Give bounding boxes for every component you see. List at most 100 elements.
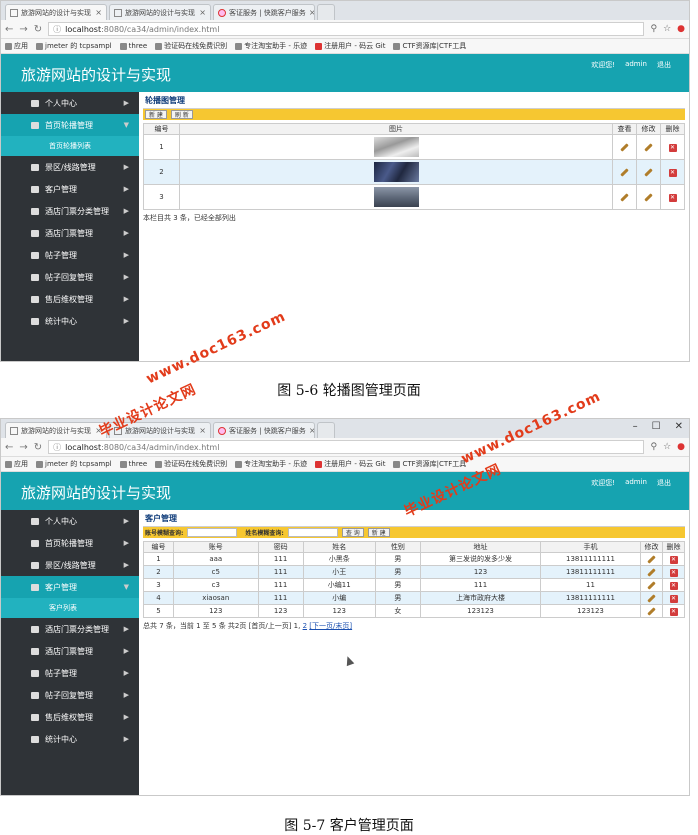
sidebar-subitem-customer-list[interactable]: 客户列表 [1, 598, 139, 618]
delete-icon[interactable]: ✕ [669, 581, 678, 590]
sidebar-item-scenic[interactable]: 景区/线路管理 ▶ [1, 156, 139, 178]
delete-icon[interactable]: ✕ [669, 594, 678, 603]
address-bar[interactable]: ⓘ localhost:8080/ca34/admin/index.html [48, 440, 645, 454]
search-icon[interactable]: ⚲ [650, 24, 657, 34]
close-icon[interactable]: × [92, 8, 102, 17]
edit-pencil-icon[interactable] [647, 555, 656, 564]
sidebar-item-aftersale[interactable]: 售后维权管理 ▶ [1, 288, 139, 310]
reload-icon[interactable]: ↻ [34, 24, 42, 35]
sidebar-item-scenic[interactable]: 景区/线路管理 ▶ [1, 554, 139, 576]
sidebar-item-stats[interactable]: 统计中心 ▶ [1, 728, 139, 750]
page-2-link[interactable]: 2 [303, 622, 307, 630]
reload-icon[interactable]: ↻ [34, 442, 42, 453]
sidebar-subitem-carousel-list[interactable]: 首页轮播列表 [1, 136, 139, 156]
sidebar-item-ticket[interactable]: 酒店门票管理 ▶ [1, 222, 139, 244]
sidebar-item-customer[interactable]: 客户管理 ▼ [1, 576, 139, 598]
edit-pencil-icon[interactable] [647, 607, 656, 616]
new-button[interactable]: 新 建 [367, 528, 390, 537]
refresh-button[interactable]: 刷 新 [170, 110, 193, 119]
new-button[interactable]: 新 建 [145, 110, 167, 119]
back-icon[interactable]: ← [5, 24, 13, 35]
extension-icon[interactable]: ● [677, 442, 685, 452]
sidebar-item-stats[interactable]: 统计中心 ▶ [1, 310, 139, 332]
star-icon[interactable]: ☆ [663, 24, 671, 34]
browser-tab[interactable]: 旅游网站的设计与实现 × [5, 422, 107, 438]
user-link[interactable]: admin [625, 478, 647, 488]
sidebar-item-carousel[interactable]: 首页轮播管理 ▶ [1, 532, 139, 554]
bookmark-item[interactable]: three [119, 42, 147, 50]
address-bar[interactable]: ⓘ localhost:8080/ca34/admin/index.html [48, 22, 645, 36]
next-last-link[interactable]: [下一页/末页] [309, 622, 352, 630]
browser-tab[interactable]: 旅游网站的设计与实现 × [109, 4, 211, 20]
bookmark-item[interactable]: CTF资源库|CTF工具 [393, 459, 466, 469]
close-icon[interactable]: × [306, 8, 314, 17]
extension-icon[interactable]: ● [677, 24, 685, 34]
new-tab-button[interactable] [317, 4, 335, 20]
edit-pencil-icon[interactable] [647, 568, 656, 577]
sidebar-item-personal[interactable]: 个人中心 ▶ [1, 92, 139, 114]
sidebar-item-ticket[interactable]: 酒店门票管理 ▶ [1, 640, 139, 662]
maximize-icon[interactable]: ☐ [652, 421, 661, 432]
bookmark-item[interactable]: three [119, 460, 147, 468]
delete-icon[interactable]: ✕ [668, 193, 677, 202]
bookmark-item[interactable]: 应用 [5, 459, 28, 469]
sidebar-item-aftersale[interactable]: 售后维权管理 ▶ [1, 706, 139, 728]
edit-pencil-icon[interactable] [647, 594, 656, 603]
sidebar-item-personal[interactable]: 个人中心 ▶ [1, 510, 139, 532]
search-name-input[interactable] [287, 528, 338, 537]
sidebar-item-posts[interactable]: 帖子管理 ▶ [1, 244, 139, 266]
view-pencil-icon[interactable] [620, 168, 629, 177]
sidebar-item-customer[interactable]: 客户管理 ▶ [1, 178, 139, 200]
edit-pencil-icon[interactable] [644, 143, 653, 152]
browser-tab[interactable]: 客证服务 | 快跳客户服务 × [213, 422, 315, 438]
delete-icon[interactable]: ✕ [669, 555, 678, 564]
search-account-input[interactable] [187, 528, 238, 537]
close-icon[interactable]: × [196, 8, 206, 17]
close-window-icon[interactable]: ✕ [675, 421, 683, 432]
close-icon[interactable]: × [196, 426, 206, 435]
view-pencil-icon[interactable] [620, 193, 629, 202]
bookmark-item[interactable]: jmeter 的 tcpsampl [36, 41, 112, 51]
sidebar-item-ticket-category[interactable]: 酒店门票分类管理 ▶ [1, 200, 139, 222]
page-info-icon[interactable]: ⓘ [53, 24, 61, 35]
carousel-image[interactable] [373, 137, 419, 157]
bookmark-item[interactable]: 验证码在线免费识别 [155, 459, 227, 469]
delete-icon[interactable]: ✕ [668, 168, 677, 177]
browser-tab[interactable]: 客证服务 | 快跳客户服务 × [213, 4, 315, 20]
carousel-image[interactable] [373, 187, 419, 207]
minimize-icon[interactable]: – [633, 421, 638, 432]
view-pencil-icon[interactable] [620, 143, 629, 152]
browser-tab[interactable]: 旅游网站的设计与实现 × [5, 4, 107, 20]
delete-icon[interactable]: ✕ [668, 143, 677, 152]
sidebar-item-carousel[interactable]: 首页轮播管理 ▼ [1, 114, 139, 136]
edit-pencil-icon[interactable] [644, 168, 653, 177]
logout-link[interactable]: 退出 [657, 60, 671, 70]
sidebar-item-posts[interactable]: 帖子管理 ▶ [1, 662, 139, 684]
carousel-image[interactable] [373, 162, 419, 182]
delete-icon[interactable]: ✕ [669, 568, 678, 577]
bookmark-item[interactable]: 注册用户 - 码云 Git [315, 41, 385, 51]
bookmark-item[interactable]: 专注淘宝助手 - 乐迹 [235, 41, 307, 51]
back-icon[interactable]: ← [5, 442, 13, 453]
edit-pencil-icon[interactable] [644, 193, 653, 202]
forward-icon[interactable]: → [19, 24, 27, 35]
edit-pencil-icon[interactable] [647, 581, 656, 590]
bookmark-item[interactable]: CTF资源库|CTF工具 [393, 41, 466, 51]
forward-icon[interactable]: → [19, 442, 27, 453]
sidebar-item-ticket-category[interactable]: 酒店门票分类管理 ▶ [1, 618, 139, 640]
search-button[interactable]: 查 询 [341, 528, 364, 537]
search-icon[interactable]: ⚲ [650, 442, 657, 452]
sidebar-item-replies[interactable]: 帖子回复管理 ▶ [1, 266, 139, 288]
bookmark-item[interactable]: 验证码在线免费识别 [155, 41, 227, 51]
user-link[interactable]: admin [625, 60, 647, 70]
bookmark-item[interactable]: jmeter 的 tcpsampl [36, 459, 112, 469]
star-icon[interactable]: ☆ [663, 442, 671, 452]
new-tab-button[interactable] [317, 422, 335, 438]
page-info-icon[interactable]: ⓘ [53, 442, 61, 453]
bookmark-item[interactable]: 专注淘宝助手 - 乐迹 [235, 459, 307, 469]
delete-icon[interactable]: ✕ [669, 607, 678, 616]
bookmark-item[interactable]: 应用 [5, 41, 28, 51]
bookmark-item[interactable]: 注册用户 - 码云 Git [315, 459, 385, 469]
close-icon[interactable]: × [306, 426, 314, 435]
sidebar-item-replies[interactable]: 帖子回复管理 ▶ [1, 684, 139, 706]
